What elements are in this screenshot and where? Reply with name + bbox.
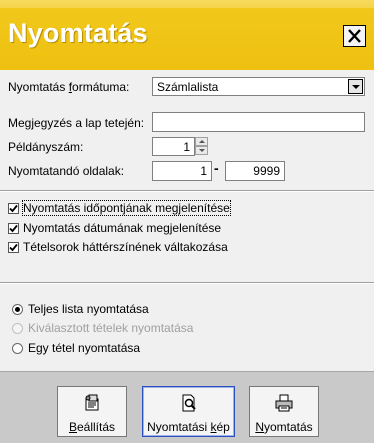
scope-single-item[interactable]: Egy tétel nyomtatása <box>12 341 140 355</box>
copies-stepper[interactable] <box>195 137 208 156</box>
format-label: Nyomtatás formátuma: <box>8 80 129 94</box>
note-label: Megjegyzés a lap tetején: <box>8 116 145 130</box>
checkbox[interactable] <box>8 222 19 234</box>
format-select[interactable]: Számlalista <box>152 77 365 96</box>
checkmark-icon <box>9 243 18 251</box>
format-label-pre: Nyomtatás <box>8 80 69 94</box>
dialog-title: Nyomtatás <box>8 18 148 48</box>
format-select-value: Számlalista <box>157 80 219 94</box>
print-button[interactable]: Nyomtatás <box>249 386 319 437</box>
pages-from-input[interactable]: 1 <box>152 161 212 181</box>
settings-label-rest: eállítás <box>76 420 116 434</box>
chevron-down-icon[interactable] <box>348 79 363 94</box>
stepper-up-icon[interactable] <box>195 137 208 146</box>
scope-selected-items: Kiválasztott tételek nyomtatása <box>12 321 193 335</box>
settings-button[interactable]: Beállítás <box>57 386 127 437</box>
pages-to-value: 9999 <box>253 164 280 178</box>
print-preview-button[interactable]: Nyomtatási kép <box>142 386 235 437</box>
preview-label-pre: Nyomtatási <box>147 420 211 434</box>
note-input[interactable] <box>152 112 365 132</box>
printer-icon <box>275 394 293 412</box>
radio-icon <box>12 322 23 334</box>
format-label-post: ormátuma: <box>72 80 130 94</box>
scope-label: Egy tétel nyomtatása <box>28 341 141 355</box>
pages-range-dash: - <box>214 160 219 176</box>
pages-to-input[interactable]: 9999 <box>225 161 285 181</box>
option-label: Nyomtatás időpontjának megjelenítése <box>22 200 231 216</box>
copies-input[interactable]: 1 <box>152 137 195 156</box>
close-icon <box>348 29 361 43</box>
settings-icon <box>85 394 99 411</box>
header-highlight <box>0 0 374 8</box>
print-preview-button-label: Nyomtatási kép <box>143 420 234 434</box>
checkmark-icon <box>9 224 18 232</box>
checkmark-icon <box>9 204 18 212</box>
dialog-header: Nyomtatás <box>0 0 374 70</box>
settings-button-label: Beállítás <box>58 420 126 434</box>
print-label-rest: yomtatás <box>263 420 313 434</box>
pages-from-value: 1 <box>200 164 207 178</box>
radio-icon[interactable] <box>12 342 23 354</box>
print-preview-icon <box>182 394 196 412</box>
option-show-print-time[interactable]: Nyomtatás időpontjának megjelenítése <box>8 200 231 216</box>
section-divider <box>0 282 374 284</box>
checkbox[interactable] <box>8 241 19 253</box>
section-divider <box>0 190 374 192</box>
copies-label: Példányszám: <box>8 140 84 154</box>
print-button-label: Nyomtatás <box>250 420 318 434</box>
stepper-down-icon[interactable] <box>195 146 208 155</box>
close-button[interactable] <box>343 25 366 47</box>
checkbox[interactable] <box>8 202 19 214</box>
scope-label: Kiválasztott tételek nyomtatása <box>28 321 194 335</box>
scope-full-list[interactable]: Teljes lista nyomtatása <box>12 302 149 316</box>
settings-accel: B <box>68 420 77 434</box>
option-alternate-row-color[interactable]: Tételsorok háttérszínének váltakozása <box>8 240 228 254</box>
option-show-print-date[interactable]: Nyomtatás dátumának megjelenítése <box>8 221 221 235</box>
copies-input-value: 1 <box>183 140 190 154</box>
radio-selected-icon[interactable] <box>12 303 23 315</box>
print-accel: N <box>255 420 264 434</box>
preview-label-post: ép <box>216 420 230 434</box>
pages-label: Nyomtatandó oldalak: <box>8 164 125 178</box>
scope-label: Teljes lista nyomtatása <box>28 302 149 316</box>
option-label: Tételsorok háttérszínének váltakozása <box>23 240 228 254</box>
option-label: Nyomtatás dátumának megjelenítése <box>23 221 222 235</box>
